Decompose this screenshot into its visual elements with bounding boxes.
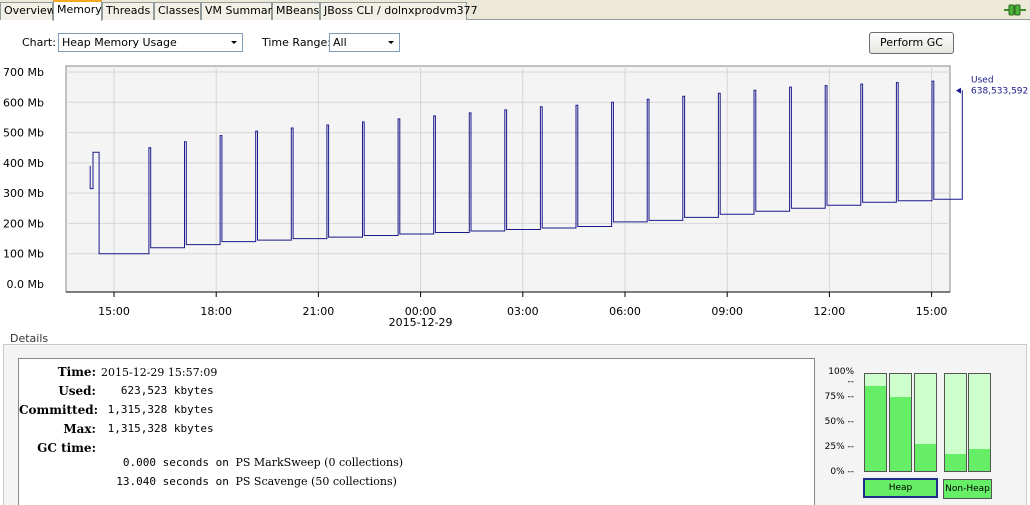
heap-pool-bar-2[interactable] [889, 373, 912, 472]
memory-chart: 700 Mb 600 Mb 500 Mb 400 Mb 300 Mb 200 Mb 100 … [0, 60, 1030, 330]
tab-vm-summary[interactable]: VM Summary [201, 2, 279, 20]
heap-group-button[interactable]: Heap [863, 478, 938, 498]
pct-75: 75% -- [824, 392, 854, 402]
gc-scavenge-seconds: 13.040 seconds on [116, 475, 236, 488]
pool-fill [890, 397, 911, 471]
gc-time-scavenge: 13.040 seconds on PS Scavenge (50 collec… [101, 460, 397, 502]
tab-overview[interactable]: Overview [0, 2, 56, 20]
x-tick-label: 18:00 [200, 305, 232, 318]
y-tick-label: 200 Mb [3, 217, 44, 230]
y-tick-label: 0.0 Mb [7, 278, 44, 291]
pool-fill [945, 453, 966, 471]
max-value: 1,315,328 kbytes [101, 422, 214, 435]
pct-0: 0% -- [830, 467, 854, 477]
max-key: Max: [63, 422, 96, 436]
nonheap-pool-bar-1[interactable] [944, 373, 967, 472]
x-tick-label: 12:00 [814, 305, 846, 318]
x-tick-label: 06:00 [609, 305, 641, 318]
time-value: 2015-12-29 15:57:09 [101, 366, 218, 379]
y-tick-label: 300 Mb [3, 187, 44, 200]
pct-25: 25% -- [824, 442, 854, 452]
nonheap-pool-bar-2[interactable] [968, 373, 991, 472]
tab-bar: Overview Memory Threads Classes VM Summa… [0, 0, 1030, 21]
x-tick-label: 09:00 [711, 305, 743, 318]
time-range-label: Time Range: [262, 36, 331, 49]
pct-100: 100% -- [828, 367, 854, 387]
current-value-marker [956, 87, 961, 94]
pool-fill [969, 448, 990, 471]
x-tick-label: 15:00 [916, 305, 948, 318]
chart-label: Chart: [22, 36, 56, 49]
used-value: 623,523 kbytes [101, 384, 214, 397]
y-tick-label: 700 Mb [3, 66, 44, 79]
heap-pool-bar-3[interactable] [914, 373, 937, 472]
tab-classes[interactable]: Classes [154, 2, 201, 20]
tab-mbeans[interactable]: MBeans [272, 2, 320, 20]
used-key: Used: [58, 384, 96, 398]
legend-current-value: 638,533,592 [971, 87, 1028, 97]
x-tick-label: 15:00 [98, 305, 130, 318]
committed-key: Committed: [19, 403, 99, 417]
details-box: Time: 2015-12-29 15:57:09 Used: 623,523 … [18, 358, 815, 505]
time-range-select[interactable]: All [329, 33, 400, 52]
x-date-label: 2015-12-29 [389, 316, 453, 329]
perform-gc-button[interactable]: Perform GC [869, 32, 954, 54]
heap-pool-bar-1[interactable] [864, 373, 887, 472]
y-tick-label: 400 Mb [3, 157, 44, 170]
chart-select-value: Heap Memory Usage [62, 36, 177, 49]
gc-time-key: GC time: [37, 441, 96, 455]
nonheap-group-button[interactable]: Non-Heap [943, 479, 992, 499]
committed-value: 1,315,328 kbytes [101, 403, 214, 416]
pool-fill [865, 385, 886, 471]
gc-scavenge-collector: PS Scavenge (50 collections) [235, 475, 397, 488]
tab-jboss-cli[interactable]: JBoss CLI / dolnxprodvm377 [320, 2, 478, 20]
chevron-down-icon [231, 41, 237, 44]
chart-select[interactable]: Heap Memory Usage [58, 33, 243, 52]
legend-series-name: Used [971, 76, 994, 86]
memory-chart-svg: 700 Mb 600 Mb 500 Mb 400 Mb 300 Mb 200 Mb 100 … [3, 65, 1028, 329]
tab-threads[interactable]: Threads [102, 2, 154, 20]
time-range-value: All [333, 36, 347, 49]
tab-memory[interactable]: Memory [53, 0, 102, 21]
x-tick-label: 21:00 [303, 305, 335, 318]
y-tick-label: 500 Mb [3, 127, 44, 140]
pct-50: 50% -- [824, 417, 854, 427]
pool-fill [915, 443, 936, 471]
y-tick-label: 100 Mb [3, 248, 44, 261]
x-tick-label: 03:00 [507, 305, 539, 318]
y-tick-label: 600 Mb [3, 96, 44, 109]
plot-area [65, 65, 951, 293]
connection-plug-icon[interactable] [1004, 2, 1026, 18]
chevron-down-icon [388, 41, 394, 44]
time-key: Time: [57, 365, 96, 379]
